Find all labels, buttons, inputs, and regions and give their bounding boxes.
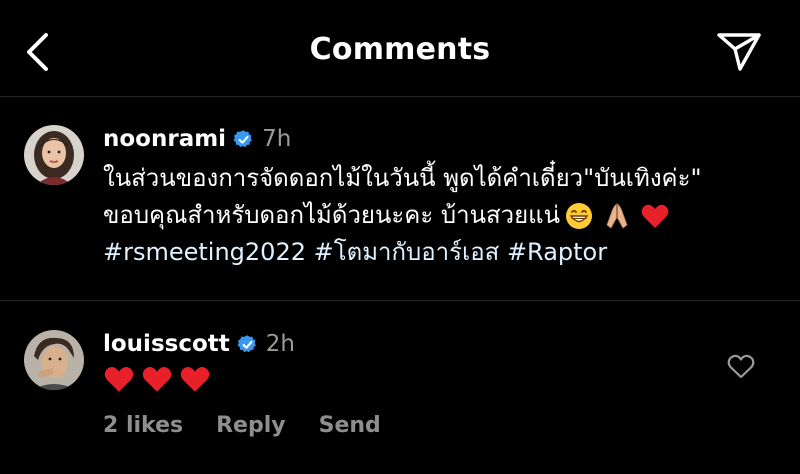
caption-line-2-text: ขอบคุณสำหรับดอกไม้ด้วยนะคะ บ้านสวยแน่ (103, 201, 561, 229)
reply-button[interactable]: Reply (216, 413, 286, 438)
post-username[interactable]: noonrami (103, 125, 226, 153)
header-divider (0, 96, 800, 97)
red-heart-emoji-icon (641, 204, 669, 228)
caption-hashtags[interactable]: #rsmeeting2022 #โตมากับอาร์เอส #Raptor (103, 234, 773, 271)
red-heart-emoji-icon (180, 367, 210, 392)
avatar-noonrami-image (24, 125, 84, 185)
caption-divider (0, 300, 800, 301)
avatar[interactable] (24, 330, 84, 390)
red-heart-emoji-icon (142, 367, 172, 392)
send-button[interactable]: Send (319, 413, 381, 438)
caption-line-2: ขอบคุณสำหรับดอกไม้ด้วยนะคะ บ้านสวยแน่ (103, 197, 773, 234)
reply-meta: louisscott 2h (103, 330, 295, 358)
comment-actions: 2 likes Reply Send (103, 413, 414, 438)
like-heart-icon[interactable] (726, 352, 756, 380)
paper-plane-icon (717, 33, 761, 71)
comments-header: Comments (0, 0, 800, 98)
likes-count[interactable]: 2 likes (103, 413, 183, 438)
share-button[interactable] (712, 26, 766, 78)
red-heart-emoji-icon (104, 367, 134, 392)
verified-badge-icon (237, 334, 256, 352)
verified-badge-icon (233, 129, 252, 147)
avatar-louisscott-image (24, 330, 84, 390)
post-time: 7h (262, 126, 292, 152)
grinning-face-emoji-icon (566, 203, 593, 229)
reply-time: 2h (265, 331, 295, 357)
folded-hands-emoji-icon (606, 203, 628, 229)
page-title: Comments (309, 32, 491, 67)
avatar[interactable] (24, 125, 84, 185)
caption-line-1: ในส่วนของการจัดดอกไม้ในวันนี้ พูดได้คำเด… (103, 164, 702, 192)
post-caption: ในส่วนของการจัดดอกไม้ในวันนี้ พูดได้คำเด… (103, 160, 773, 271)
reply-username[interactable]: louisscott (103, 330, 230, 358)
post-meta: noonrami 7h (103, 125, 291, 153)
reply-text (103, 364, 211, 394)
